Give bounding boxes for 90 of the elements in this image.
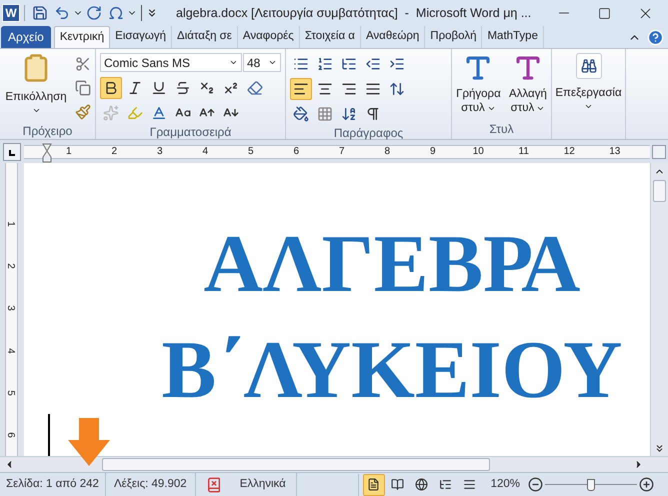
caret-icon [268,58,277,67]
zoom-level[interactable]: 120% [490,476,520,494]
align-left-button[interactable] [290,78,312,100]
bullets-icon [293,56,309,72]
reading-view-icon [391,478,404,491]
font-name-field[interactable]: Comic Sans MS [100,53,242,72]
align-left-icon [293,81,309,97]
language-label[interactable]: Ελληνικά [240,473,297,496]
group-label: Παράγραφος [332,125,404,142]
ruler-number: 12 [562,146,576,158]
draft-view-icon [463,478,476,491]
ruler-number: 7 [338,146,346,158]
next-page-icon[interactable] [654,443,665,454]
ruler-number: 5 [246,146,255,158]
text-cursor [48,414,50,456]
proofing-icon[interactable] [206,476,222,492]
editing-button[interactable]: Επεξεργασία [555,53,622,112]
group-label: Γραμματοσειρά [148,124,232,141]
superscript-icon [223,80,239,96]
help-icon[interactable] [647,28,664,46]
clear-formatting-icon [247,80,263,96]
highlight-icon [127,105,143,121]
ruler-number: 9 [428,146,437,158]
tab-selector-icon[interactable] [3,142,21,160]
group-label: Στυλ [488,121,515,138]
show-marks-icon [365,106,381,122]
document-heading: ΑΛΓΕΒΡΑ [204,217,580,311]
binoculars-icon [580,58,596,74]
horizontal-scrollbar[interactable] [0,456,668,472]
ruler-number: 6 [292,146,300,158]
group-label: Πρόχειρο [22,123,74,140]
increase-indent-icon [389,56,405,72]
zoom-slider[interactable] [545,478,637,490]
ruler-number: 3 [156,146,164,158]
ruler-number: 4 [201,146,210,158]
multilevel-list-icon [341,56,357,72]
view-ruler-icon[interactable] [652,144,666,158]
font-size-field[interactable]: 48 [243,53,281,72]
align-center-icon [317,81,333,97]
zoom-out-icon[interactable] [528,477,543,492]
ruler-number: 13 [608,146,622,158]
numbering-icon [317,56,333,72]
ruler-number: 4 [4,348,18,354]
text-effects-icon [103,105,119,121]
print-layout-icon [367,478,380,491]
app-logo: W [2,4,20,22]
web-layout-icon [415,478,428,491]
style-button[interactable]: Αλλαγή στυλ [509,53,547,115]
sort-icon [341,106,357,122]
scroll-thumb[interactable] [102,458,490,471]
ruler-number: 11 [518,146,530,158]
ribbon-tab[interactable]: Κεντρική [54,26,110,48]
file-tab[interactable]: Αρχείο [1,26,51,48]
ruler-number: 6 [4,432,18,438]
shading-icon [293,106,309,122]
down-arrow-icon [68,418,110,466]
indent-marker-icon[interactable] [42,142,52,162]
borders-icon [317,106,333,122]
underline-icon [151,80,167,96]
page-count[interactable]: Σελίδα: 1 από 242 [0,473,106,496]
caret-icon [229,58,238,67]
ruler-number: 1 [4,221,18,227]
bold-button[interactable] [100,77,122,99]
italic-icon [127,80,143,96]
scroll-thumb[interactable] [653,180,666,202]
subscript-icon [199,80,215,96]
style-button[interactable]: Γρήγορα στυλ [456,53,501,115]
ruler-number: 1 [64,146,73,158]
justify-icon [365,81,381,97]
font-color-icon [151,105,167,121]
word-count[interactable]: Λέξεις: 49.902 [106,473,196,496]
vertical-scrollbar[interactable] [650,163,668,456]
maximize-icon[interactable] [598,6,611,20]
align-right-icon [341,81,357,97]
decrease-indent-icon [365,56,381,72]
paste-button[interactable]: Επικόλληση [4,53,68,123]
window-title: algebra.docx [Λειτουργία συμβατότητας] - Microsoft Word μη ... [176,4,532,22]
ruler-number: 10 [472,146,485,158]
print-layout-button[interactable] [362,474,385,496]
strikethrough-icon [175,80,191,96]
customize-icon[interactable] [146,7,158,19]
zoom-in-icon[interactable] [639,477,654,492]
ruler-number: 3 [4,306,18,312]
line-spacing-icon [389,81,405,97]
document-heading: Β΄ΛΥΚΕΙΟΥ [162,323,622,417]
ruler-number: 2 [4,263,18,270]
ruler-number: 2 [110,146,118,158]
ruler-number: 8 [383,146,392,158]
outline-view-icon [439,478,452,491]
ruler-number: 5 [4,390,18,396]
